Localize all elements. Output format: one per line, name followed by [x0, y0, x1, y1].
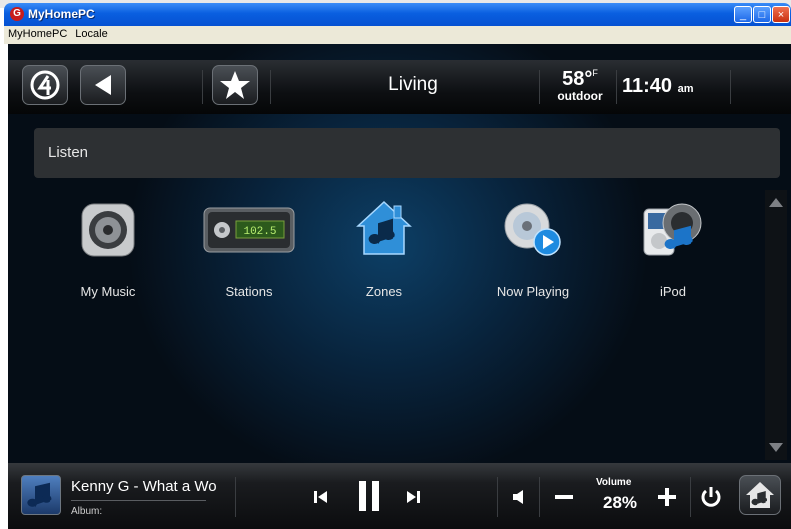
- divider: [539, 70, 540, 104]
- divider: [616, 70, 617, 104]
- clock: 11:40 am: [622, 75, 694, 98]
- app-logo-icon: G: [10, 7, 24, 21]
- tile-label: iPod: [659, 284, 687, 299]
- temperature-value: 58°: [562, 68, 593, 90]
- clock-ampm: am: [677, 83, 694, 95]
- speaker-icon: [81, 203, 135, 257]
- tile-label: Zones: [365, 284, 403, 299]
- divider: [497, 477, 498, 517]
- house-icon: [746, 482, 774, 508]
- window-title: MyHomePC: [28, 7, 95, 21]
- home-logo-button[interactable]: [22, 65, 68, 105]
- album-label: Album:: [71, 506, 103, 517]
- volume-label: Volume: [596, 477, 632, 488]
- clock-time: 11:40: [622, 75, 673, 97]
- ipod-icon: [643, 203, 702, 256]
- logo-icon: [30, 70, 60, 100]
- previous-track-icon[interactable]: [311, 487, 331, 507]
- divider: [71, 500, 206, 501]
- station-display: 102.5: [243, 226, 276, 238]
- back-button[interactable]: [80, 65, 126, 105]
- divider: [270, 70, 271, 104]
- menu-bar: MyHomePC Locale: [4, 26, 791, 44]
- divider: [202, 70, 203, 104]
- back-arrow-icon: [95, 75, 111, 95]
- music-note-icon: [27, 482, 52, 508]
- scroll-up-arrow-icon[interactable]: [769, 198, 783, 207]
- section-header: Listen: [34, 128, 780, 178]
- divider: [690, 477, 691, 517]
- temperature-unit: F: [592, 68, 598, 78]
- power-icon[interactable]: [699, 485, 723, 509]
- pause-icon[interactable]: [356, 479, 382, 513]
- divider: [235, 477, 236, 517]
- scroll-down-arrow-icon[interactable]: [769, 443, 783, 452]
- minimize-button[interactable]: _: [734, 6, 752, 23]
- volume-value: 28%: [603, 493, 638, 512]
- volume-down-icon[interactable]: [553, 487, 575, 507]
- app-area: Living 58°F outdoor 11:40 am Listen My M…: [8, 44, 791, 529]
- divider: [730, 70, 731, 104]
- next-track-icon[interactable]: [403, 487, 423, 507]
- album-art[interactable]: [21, 475, 61, 515]
- tile-label: My Music: [80, 284, 136, 299]
- mute-icon[interactable]: [510, 487, 530, 507]
- scrollbar[interactable]: [765, 190, 787, 460]
- top-navigation-bar: Living 58°F outdoor 11:40 am: [8, 60, 791, 114]
- tile-label: Stations: [225, 284, 273, 299]
- song-title: Kenny G - What a Wo: [71, 478, 217, 495]
- volume-up-icon[interactable]: [656, 486, 678, 508]
- close-button[interactable]: ×: [772, 6, 790, 23]
- window-titlebar[interactable]: G MyHomePC _ □ ×: [4, 3, 791, 26]
- now-playing-bar: Kenny G - What a Wo Album: Volume 28%: [8, 463, 791, 529]
- menu-item-myhomepc[interactable]: MyHomePC: [4, 26, 71, 42]
- star-icon: [220, 71, 250, 99]
- zones-icon: [356, 200, 412, 255]
- section-title: Listen: [48, 144, 89, 161]
- outdoor-temperature: 58°F outdoor: [545, 68, 615, 103]
- maximize-button[interactable]: □: [753, 6, 771, 23]
- temperature-label: outdoor: [557, 89, 603, 103]
- radio-icon: 102.5: [203, 207, 295, 253]
- favorites-button[interactable]: [212, 65, 258, 105]
- home-button[interactable]: [739, 475, 781, 515]
- now-playing-icon: [504, 203, 561, 256]
- room-name[interactable]: Living: [368, 74, 458, 96]
- divider: [539, 477, 540, 517]
- tile-label: Now Playing: [496, 284, 570, 299]
- menu-item-locale[interactable]: Locale: [71, 26, 111, 42]
